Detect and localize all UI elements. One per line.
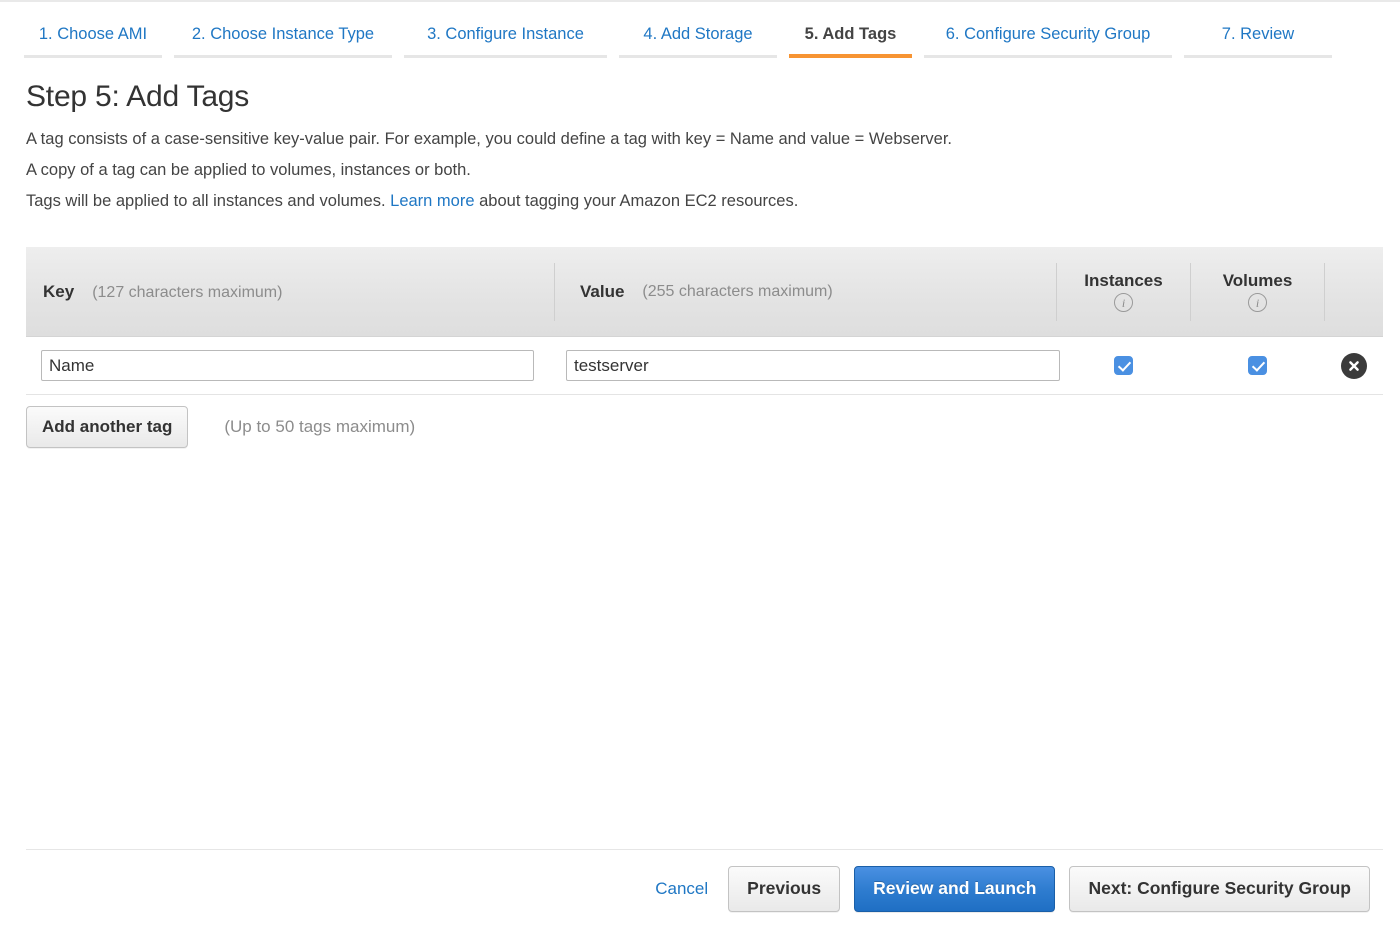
table-row: [26, 337, 1383, 395]
tag-delete-cell: [1325, 352, 1383, 379]
volumes-checkbox[interactable]: [1248, 356, 1267, 375]
tab-configure-security-group[interactable]: 6. Configure Security Group: [918, 24, 1178, 58]
header-instances-label: Instances: [1084, 271, 1163, 290]
header-key-column: Key (127 characters maximum): [26, 282, 554, 302]
learn-more-link[interactable]: Learn more: [390, 192, 474, 210]
tag-value-input[interactable]: [566, 350, 1060, 381]
tab-add-storage[interactable]: 4. Add Storage: [613, 24, 783, 58]
description-line-3: Tags will be applied to all instances an…: [26, 190, 798, 212]
previous-button[interactable]: Previous: [728, 866, 841, 912]
header-key-label: Key: [43, 281, 75, 301]
add-tag-hint: (Up to 50 tags maximum): [224, 417, 416, 436]
tab-label: 5. Add Tags: [804, 25, 897, 43]
header-value-label: Value: [580, 281, 625, 301]
header-value-hint: (255 characters maximum): [642, 282, 833, 300]
tag-key-input[interactable]: [41, 350, 534, 381]
header-instances-column: Instances i: [1056, 262, 1190, 321]
instances-checkbox[interactable]: [1113, 356, 1133, 375]
cancel-button[interactable]: Cancel: [655, 879, 708, 899]
footer-divider: [26, 849, 1383, 850]
tab-label: 7. Review: [1221, 25, 1295, 43]
tab-label: 2. Choose Instance Type: [191, 25, 375, 43]
description-line-2: A copy of a tag can be applied to volume…: [26, 161, 471, 179]
page-title: Step 5: Add Tags: [26, 80, 250, 113]
tab-configure-instance[interactable]: 3. Configure Instance: [398, 24, 613, 58]
tag-instances-cell: [1056, 356, 1190, 375]
tab-label: 6. Configure Security Group: [945, 25, 1151, 43]
tag-value-cell: [554, 350, 1060, 381]
info-icon[interactable]: i: [1248, 293, 1267, 312]
next-configure-security-group-button[interactable]: Next: Configure Security Group: [1069, 866, 1370, 912]
header-key-hint: (127 characters maximum): [92, 283, 283, 301]
description-line-3-after: about tagging your Amazon EC2 resources.: [479, 192, 799, 210]
tags-table: Key (127 characters maximum) Value (255 …: [26, 247, 1383, 395]
add-another-tag-button[interactable]: Add another tag: [26, 406, 189, 448]
remove-tag-button[interactable]: [1341, 352, 1367, 379]
add-tag-row: Add another tag (Up to 50 tags maximum): [26, 406, 415, 448]
tab-label: 1. Choose AMI: [38, 25, 148, 43]
tab-label: 3. Configure Instance: [427, 25, 584, 43]
tab-review[interactable]: 7. Review: [1178, 24, 1338, 58]
tab-label: 4. Add Storage: [643, 25, 753, 43]
header-volumes-label: Volumes: [1222, 271, 1293, 290]
tag-key-cell: [26, 350, 554, 381]
close-icon: [1349, 360, 1359, 371]
wizard-step-tabs: 1. Choose AMI 2. Choose Instance Type 3.…: [0, 0, 1400, 62]
tab-choose-instance-type[interactable]: 2. Choose Instance Type: [168, 24, 398, 58]
review-and-launch-button[interactable]: Review and Launch: [854, 866, 1056, 912]
tab-add-tags[interactable]: 5. Add Tags: [783, 24, 918, 58]
header-volumes-column: Volumes i: [1190, 262, 1325, 321]
ec2-launch-wizard-page: 1. Choose AMI 2. Choose Instance Type 3.…: [0, 0, 1400, 943]
description-line-1: A tag consists of a case-sensitive key-v…: [26, 130, 953, 148]
description-line-3-before: Tags will be applied to all instances an…: [26, 192, 386, 210]
wizard-footer-actions: Cancel Previous Review and Launch Next: …: [655, 866, 1370, 912]
info-icon[interactable]: i: [1114, 293, 1133, 312]
tab-choose-ami[interactable]: 1. Choose AMI: [18, 24, 168, 58]
header-value-column: Value (255 characters maximum): [554, 262, 1056, 321]
tag-volumes-cell: [1190, 356, 1325, 375]
tags-table-header: Key (127 characters maximum) Value (255 …: [26, 247, 1383, 337]
